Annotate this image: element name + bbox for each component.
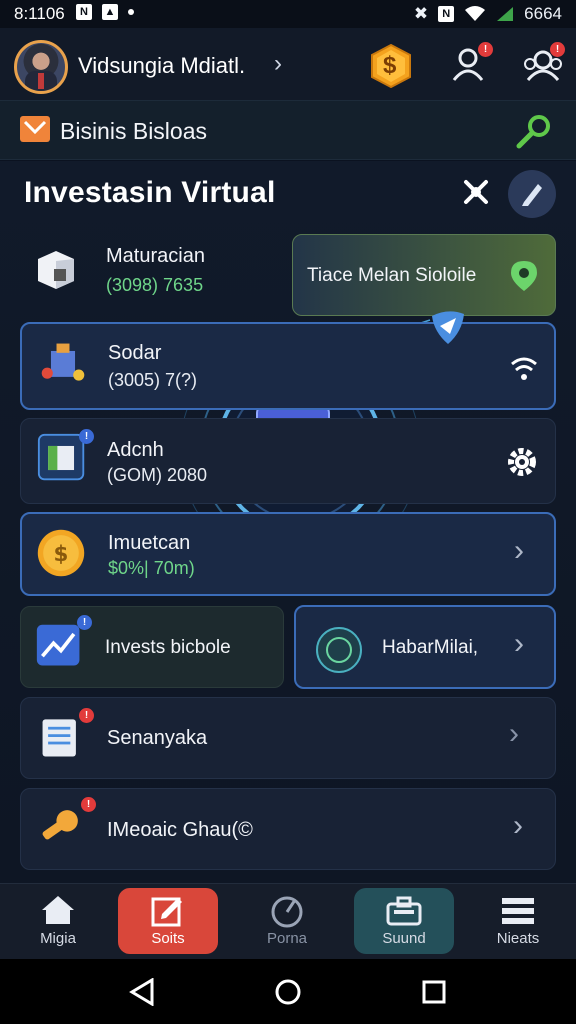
wifi-icon: [465, 6, 486, 21]
key-search-icon[interactable]: [514, 112, 554, 157]
item-title: Sodar: [108, 342, 162, 364]
item-value: $0%| 70m): [108, 558, 195, 578]
business-title: Bisinis Bisloas: [60, 118, 207, 144]
item-title: Senanyaka: [107, 727, 208, 749]
card-adcnh[interactable]: ! Adcnh (GOM) 2080: [20, 418, 556, 504]
list-item-maturacian[interactable]: Maturacian (3098) 7635: [20, 233, 284, 313]
nav-label: Nieats: [496, 930, 540, 947]
coin-symbol: $: [383, 52, 397, 79]
wifi-signal-icon: [511, 357, 537, 380]
item-value: (3098) 7635: [106, 275, 204, 295]
senanyaka-badge: !: [79, 708, 94, 723]
card-invests-bicbole[interactable]: ! Invests bicbole: [20, 606, 284, 688]
invest-badge: !: [77, 615, 92, 630]
nav-label: Porna: [266, 930, 308, 947]
chevron-right-icon: ›: [514, 534, 524, 567]
adcnh-badge: !: [79, 429, 94, 444]
battery-level: 6664: [524, 4, 562, 23]
dollar-coin-icon: $: [37, 529, 85, 577]
status-notifications: N ▲: [76, 4, 134, 20]
coin-button[interactable]: $: [370, 43, 412, 89]
item-value: (GOM) 2080: [107, 465, 208, 485]
package-icon: [38, 251, 74, 289]
chevron-right-icon: ›: [513, 809, 523, 842]
back-icon[interactable]: [128, 978, 156, 1006]
item-title: Tiace Melan Sioloile: [307, 265, 477, 286]
location-pin-icon: [511, 261, 537, 291]
page-title: Investasin Virtual: [24, 176, 276, 209]
menu-lines-icon: [502, 898, 534, 924]
users-button[interactable]: !: [448, 42, 494, 88]
nav-suund[interactable]: Suund: [354, 888, 454, 954]
group-badge: !: [550, 42, 565, 57]
card-imeoaic[interactable]: ! IMeoaic Ghau(© ›: [20, 788, 556, 870]
nav-label: Migia: [40, 930, 76, 947]
key-icon: [42, 810, 78, 840]
user-name[interactable]: Vidsungia Mdiatl.: [78, 53, 245, 79]
chart-up-icon: [36, 624, 80, 666]
nav-soits[interactable]: Soits: [118, 888, 218, 954]
item-title: Imuetcan: [108, 532, 191, 554]
briefcase-icon: [386, 896, 422, 926]
key-badge: !: [81, 797, 96, 812]
edit-square-icon: [151, 897, 182, 927]
home-icon: [42, 896, 74, 924]
avatar-tie: [38, 73, 44, 89]
card-imuetcan[interactable]: $ Imuetcan $0%| 70m) ›: [20, 512, 556, 596]
svg-text:$: $: [54, 542, 69, 567]
home-circle-icon[interactable]: [274, 978, 302, 1006]
chevron-right-icon: ›: [509, 717, 519, 750]
recents-icon[interactable]: [420, 978, 448, 1006]
signal-icon: [497, 7, 514, 21]
status-system-icons: ✖ N 6664: [414, 4, 562, 24]
compass-icon: [271, 896, 303, 928]
item-title: Maturacian: [106, 245, 205, 267]
send-arrow-icon: [426, 304, 470, 353]
card-tiace-melan[interactable]: Tiace Melan Sioloile: [292, 234, 556, 316]
alarm-icon: ✖: [413, 4, 429, 23]
card-senanyaka[interactable]: ! Senanyaka ›: [20, 697, 556, 779]
nav-home[interactable]: Migia: [8, 888, 108, 954]
group-button[interactable]: !: [520, 42, 566, 88]
mail-icon: [20, 116, 50, 142]
edit-button[interactable]: [508, 170, 556, 218]
nav-porna[interactable]: Porna: [237, 888, 337, 954]
shopping-icon: [41, 343, 85, 381]
item-title: Adcnh: [107, 439, 164, 461]
pen-icon: [522, 184, 542, 206]
tools-icon[interactable]: [460, 176, 492, 213]
status-time: 8:1106: [14, 4, 65, 23]
nav-label: Suund: [382, 930, 426, 947]
item-title: HabarMilai,: [382, 637, 479, 658]
users-badge: !: [478, 42, 493, 57]
avatar[interactable]: [14, 40, 68, 94]
notification-dot-icon: [128, 9, 134, 15]
nav-nieats[interactable]: Nieats: [468, 888, 568, 954]
nav-label: Soits: [151, 930, 185, 947]
item-value: (3005) 7(?): [108, 370, 198, 390]
gear-icon[interactable]: [505, 445, 539, 479]
card-sodar[interactable]: Sodar (3005) 7(?): [20, 322, 556, 410]
item-title: Invests bicbole: [105, 637, 231, 658]
card-habarmilai[interactable]: HabarMilai, ›: [294, 605, 556, 689]
coin-badge-icon: [316, 627, 362, 673]
chevron-right-icon: ›: [514, 627, 524, 660]
item-title: IMeoaic Ghau(©: [107, 819, 253, 841]
sim-icon: N: [438, 6, 455, 22]
notification-n-icon: N: [76, 4, 92, 20]
notification-image-icon: ▲: [102, 4, 118, 20]
chevron-right-icon[interactable]: ›: [274, 50, 282, 78]
